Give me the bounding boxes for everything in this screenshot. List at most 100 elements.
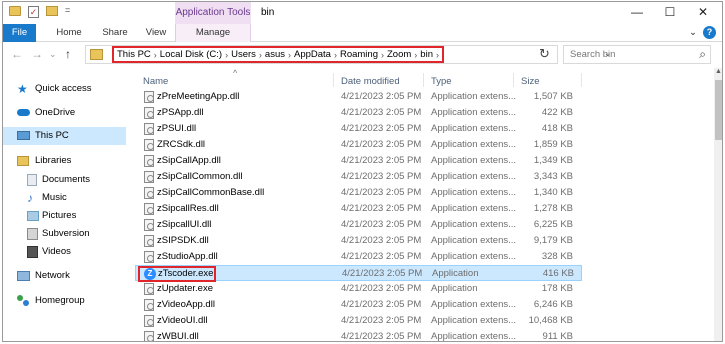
- nav-item-label: Libraries: [35, 155, 72, 166]
- tab-view[interactable]: View: [139, 24, 173, 42]
- collapse-ribbon-icon[interactable]: ⌄: [687, 24, 699, 42]
- table-row[interactable]: zPreMeetingApp.dll 4/21/2023 2:05 PM Appli…: [135, 89, 582, 105]
- customize-toolbar-icon[interactable]: =: [65, 5, 70, 15]
- properties-icon[interactable]: ✓: [28, 6, 39, 18]
- table-row[interactable]: ZRCSdk.dll 4/21/2023 2:05 PM Application e…: [135, 137, 582, 153]
- maximize-button[interactable]: ☐: [658, 4, 682, 20]
- forward-arrow-icon[interactable]: →: [31, 47, 43, 61]
- nav-item-label: This PC: [35, 130, 69, 141]
- help-icon[interactable]: ?: [703, 26, 716, 39]
- nav-item-subversion[interactable]: Subversion: [3, 225, 126, 243]
- dll-file-icon: [144, 315, 154, 327]
- column-divider[interactable]: [581, 73, 582, 87]
- column-divider[interactable]: [513, 73, 514, 87]
- table-row[interactable]: zPSApp.dll 4/21/2023 2:05 PM Application e…: [135, 105, 582, 121]
- table-row[interactable]: zSipCallCommon.dll 4/21/2023 2:05 PM Appli…: [135, 169, 582, 185]
- column-header-size[interactable]: Size: [521, 76, 539, 87]
- breadcrumb-separator[interactable]: ›: [436, 50, 439, 60]
- table-row[interactable]: zSipCallApp.dll 4/21/2023 2:05 PM Applicat…: [135, 153, 582, 169]
- nav-item-music[interactable]: ♪ Music: [3, 189, 126, 207]
- recent-locations-icon[interactable]: ⌄: [49, 49, 57, 60]
- tab-share[interactable]: Share: [95, 24, 135, 42]
- nav-item-label: Videos: [42, 246, 71, 257]
- tab-file[interactable]: File: [3, 24, 36, 42]
- file-name: zUpdater.exe: [157, 283, 213, 294]
- nav-item-pictures[interactable]: Pictures: [3, 207, 126, 225]
- breadcrumb-appdata[interactable]: AppData: [291, 49, 334, 60]
- close-button[interactable]: ✕: [691, 4, 715, 20]
- column-divider[interactable]: [423, 73, 424, 87]
- column-header-name[interactable]: Name: [143, 76, 168, 87]
- table-row[interactable]: zSipCallCommonBase.dll 4/21/2023 2:05 PM A…: [135, 185, 582, 201]
- table-row[interactable]: zVideoUI.dll 4/21/2023 2:05 PM Application…: [135, 313, 582, 329]
- search-box[interactable]: Search bin ⌕: [563, 45, 711, 64]
- table-row[interactable]: zSipcallUI.dll 4/21/2023 2:05 PM Applicati…: [135, 217, 582, 233]
- table-row[interactable]: zWBUI.dll 4/21/2023 2:05 PM Application ex…: [135, 329, 582, 342]
- file-size: 9,179 KB: [533, 235, 573, 246]
- nav-item-documents[interactable]: Documents: [3, 171, 126, 189]
- file-date-modified: 4/21/2023 2:05 PM: [341, 123, 422, 134]
- nav-item-libraries[interactable]: Libraries: [3, 152, 126, 170]
- nav-item-quick-access[interactable]: ★ Quick access: [3, 80, 126, 98]
- music-icon: ♪: [27, 191, 33, 205]
- table-row[interactable]: zSipcallRes.dll 4/21/2023 2:05 PM Applicat…: [135, 201, 582, 217]
- new-folder-icon[interactable]: [46, 6, 58, 16]
- column-divider[interactable]: [333, 73, 334, 87]
- star-icon: ★: [17, 82, 28, 96]
- file-size: 911 KB: [542, 331, 573, 342]
- folder-icon: [9, 6, 21, 16]
- table-row[interactable]: zSIPSDK.dll 4/21/2023 2:05 PM Application …: [135, 233, 582, 249]
- videos-icon: [27, 246, 38, 258]
- table-row[interactable]: ZzTscoder.exe 4/21/2023 2:05 PM Applicatio…: [135, 265, 582, 282]
- nav-item-label: Network: [35, 270, 70, 281]
- file-date-modified: 4/21/2023 2:05 PM: [341, 171, 422, 182]
- table-row[interactable]: zVideoApp.dll 4/21/2023 2:05 PM Applicatio…: [135, 297, 582, 313]
- file-name: zSipcallRes.dll: [157, 203, 219, 214]
- file-name: zVideoApp.dll: [157, 299, 215, 310]
- window-title: bin: [261, 7, 275, 18]
- breadcrumb-roaming[interactable]: Roaming: [337, 49, 381, 60]
- nav-item-label: Homegroup: [35, 295, 85, 306]
- column-header-type[interactable]: Type: [431, 76, 452, 87]
- nav-item-videos[interactable]: Videos: [3, 243, 126, 261]
- file-size: 1,859 KB: [533, 139, 573, 150]
- breadcrumb-local-disk[interactable]: Local Disk (C:): [157, 49, 225, 60]
- file-name: ZRCSdk.dll: [157, 139, 206, 150]
- search-input[interactable]: Search bin: [570, 49, 615, 60]
- dll-file-icon: [144, 235, 154, 247]
- vertical-scrollbar[interactable]: ▲: [714, 68, 722, 341]
- application-file-icon: [144, 283, 154, 295]
- breadcrumb-this-pc[interactable]: This PC: [114, 49, 154, 60]
- file-name: zStudioApp.dll: [157, 251, 218, 262]
- tab-home[interactable]: Home: [49, 24, 89, 42]
- table-row[interactable]: zUpdater.exe 4/21/2023 2:05 PM Application…: [135, 281, 582, 297]
- minimize-button[interactable]: —: [625, 4, 649, 20]
- nav-item-label: Quick access: [35, 83, 92, 94]
- column-header-date[interactable]: Date modified: [341, 76, 400, 87]
- file-size: 6,225 KB: [533, 219, 573, 230]
- nav-item-network[interactable]: Network: [3, 267, 126, 285]
- scroll-up-icon[interactable]: ▲: [714, 68, 722, 75]
- up-arrow-icon[interactable]: ↑: [65, 47, 71, 61]
- scrollbar-thumb[interactable]: [715, 80, 722, 140]
- file-list: ^ Name Date modified Type Size zPreMeeti…: [135, 68, 715, 342]
- file-size: 1,340 KB: [533, 187, 573, 198]
- table-row[interactable]: zStudioApp.dll 4/21/2023 2:05 PM Applicati…: [135, 249, 582, 265]
- file-size: 328 KB: [541, 251, 573, 262]
- refresh-icon[interactable]: ↻: [539, 46, 550, 62]
- back-arrow-icon[interactable]: ←: [11, 47, 23, 61]
- breadcrumb-zoom[interactable]: Zoom: [384, 49, 414, 60]
- tab-manage[interactable]: Manage: [175, 24, 251, 42]
- dll-file-icon: [144, 299, 154, 311]
- navigation-pane: ★ Quick access OneDrive This PC Librarie…: [3, 68, 128, 341]
- breadcrumb-bin[interactable]: bin: [417, 49, 436, 60]
- search-icon[interactable]: ⌕: [699, 47, 706, 62]
- file-date-modified: 4/21/2023 2:05 PM: [341, 331, 422, 342]
- breadcrumb-users[interactable]: Users: [228, 49, 259, 60]
- nav-item-this-pc[interactable]: This PC: [3, 127, 126, 145]
- table-row[interactable]: zPSUI.dll 4/21/2023 2:05 PM Application ex…: [135, 121, 582, 137]
- breadcrumb-asus[interactable]: asus: [262, 49, 288, 60]
- nav-item-onedrive[interactable]: OneDrive: [3, 104, 126, 122]
- address-bar[interactable]: This PC › Local Disk (C:) › Users › asus…: [85, 45, 612, 64]
- nav-item-homegroup[interactable]: Homegroup: [3, 292, 126, 310]
